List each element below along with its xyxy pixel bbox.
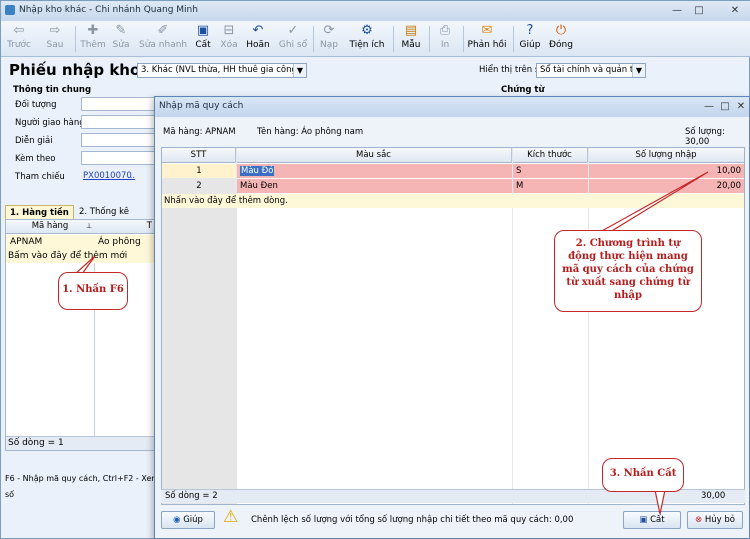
callout-2-pointer xyxy=(597,171,709,233)
callout-2: 2. Chương trình tự động thực hiện mang m… xyxy=(554,230,702,312)
callout-3: 3. Nhấn Cất xyxy=(602,458,684,492)
callout-3-pointer xyxy=(654,489,666,515)
callout-1: 1. Nhấn F6 xyxy=(58,272,128,310)
